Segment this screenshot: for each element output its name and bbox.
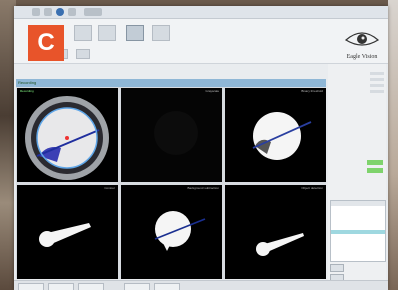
- view-contour[interactable]: Contour: [17, 185, 118, 279]
- status-field-ok[interactable]: [367, 168, 383, 173]
- bottom-tab[interactable]: [18, 283, 44, 290]
- panel-value: [370, 84, 384, 87]
- bottom-tab[interactable]: [124, 283, 150, 290]
- video-grid: Recording Grayscale Binary threshold Con…: [16, 87, 326, 279]
- status-strip: Recording: [16, 79, 326, 87]
- toolbar-dropdown[interactable]: [84, 8, 102, 16]
- view-object-detection[interactable]: Object detection: [225, 185, 326, 279]
- detection-image: [256, 233, 304, 256]
- logo-text: Eagle Vision: [346, 54, 378, 60]
- save-icon[interactable]: [32, 8, 40, 16]
- view-title: Background subtraction: [187, 186, 219, 190]
- ribbon-button-3[interactable]: [126, 25, 144, 43]
- ribbon-button-2[interactable]: [98, 25, 116, 43]
- view-threshold[interactable]: Binary threshold: [225, 88, 326, 182]
- results-list[interactable]: [330, 200, 386, 262]
- eagle-vision-logo-icon: [344, 32, 380, 46]
- view-title: Recording: [20, 89, 34, 93]
- quick-access-toolbar: [14, 6, 388, 19]
- ribbon: [14, 19, 388, 64]
- panel-value: [370, 78, 384, 81]
- view-original[interactable]: Recording: [17, 88, 118, 182]
- view-title: Contour: [104, 186, 115, 190]
- bottom-bar: [14, 280, 388, 290]
- app-window: Eagle Vision Recording Recording Graysca…: [14, 6, 388, 290]
- bottom-tab[interactable]: [78, 283, 104, 290]
- panel-value: [370, 90, 384, 93]
- settings-icon[interactable]: [68, 8, 76, 16]
- view-title: Binary threshold: [301, 89, 323, 93]
- ribbon-button-4[interactable]: [152, 25, 170, 43]
- bottom-tab[interactable]: [48, 283, 74, 290]
- view-grayscale[interactable]: Grayscale: [121, 88, 222, 182]
- contour-image: [39, 223, 91, 247]
- status-field-ok[interactable]: [367, 160, 383, 165]
- panel-button[interactable]: [330, 264, 344, 272]
- ribbon-small-button-3[interactable]: [76, 49, 90, 61]
- background-photo-right: [388, 0, 398, 290]
- figure-label-badge: C: [28, 25, 64, 61]
- ribbon-button-1[interactable]: [74, 25, 92, 43]
- app-orb-icon[interactable]: [56, 8, 64, 16]
- view-title: Grayscale: [205, 89, 219, 93]
- bottom-tab[interactable]: [154, 283, 180, 290]
- view-background-subtraction[interactable]: Background subtraction: [121, 185, 222, 279]
- panel-value: [370, 72, 384, 75]
- subtraction-image: [154, 211, 206, 251]
- view-title: Object detection: [301, 186, 323, 190]
- list-item-selected[interactable]: [331, 230, 385, 234]
- threshold-image: [252, 112, 312, 160]
- status-label: Recording: [18, 80, 37, 85]
- grayscale-image: [121, 88, 222, 182]
- settings-panel: [328, 64, 386, 288]
- eye-tracking-image: [25, 96, 109, 180]
- undo-icon[interactable]: [44, 8, 52, 16]
